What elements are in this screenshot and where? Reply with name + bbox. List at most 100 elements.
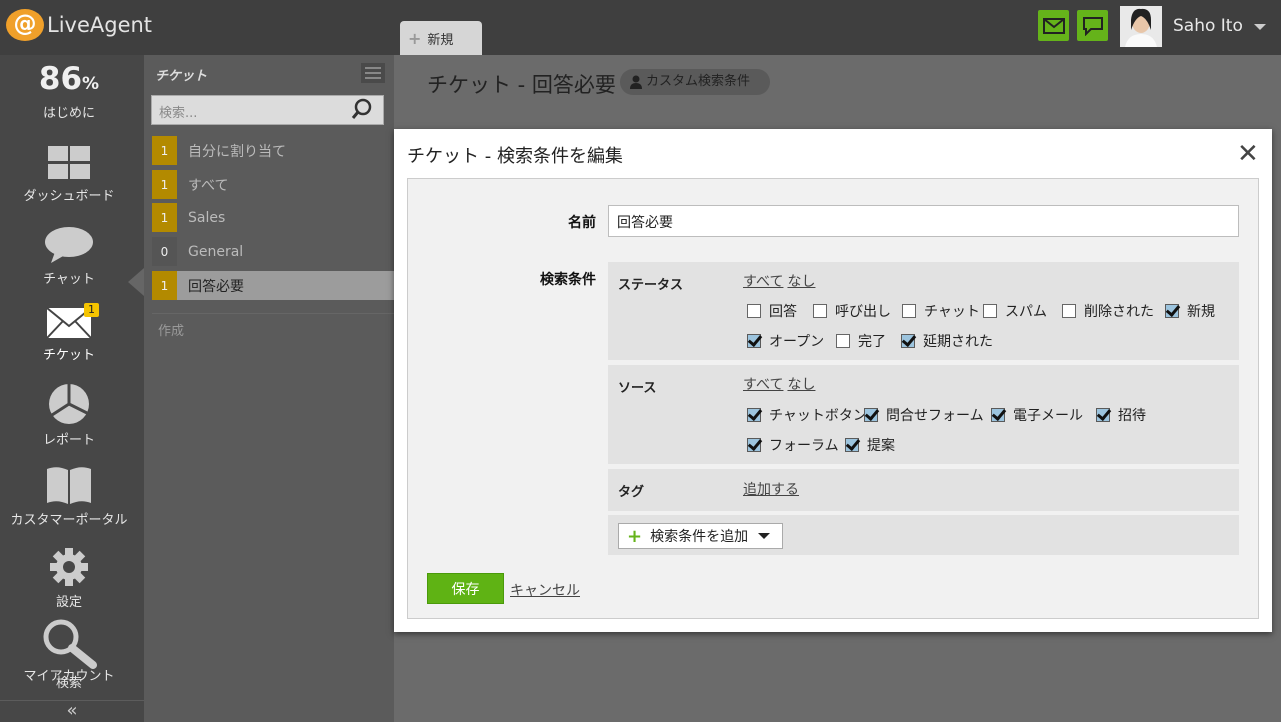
select-none-link[interactable]: なし	[787, 377, 815, 393]
status-checkbox[interactable]: オープン	[747, 331, 824, 351]
new-chat-button[interactable]	[1077, 10, 1108, 41]
edit-search-dialog: チケット - 検索条件を編集 ✕ 名前 回答必要 検索条件 ステータス すべてな…	[394, 129, 1272, 632]
source-checkbox[interactable]: チャットボタン	[747, 405, 867, 425]
source-checkbox[interactable]: 電子メール	[991, 405, 1083, 425]
status-checkbox[interactable]: チャット	[902, 301, 980, 321]
custom-search-badge[interactable]: カスタム検索条件	[620, 69, 771, 95]
nav-customer-portal[interactable]: カスタマーポータル	[0, 465, 138, 528]
filter-count: 1	[152, 136, 177, 165]
search-input[interactable]: 検索...	[151, 95, 384, 125]
plus-icon: +	[408, 28, 422, 48]
add-condition-button[interactable]: + 検索条件を追加	[618, 523, 784, 549]
close-icon[interactable]: ✕	[1237, 141, 1259, 167]
percent-sign: %	[82, 74, 100, 94]
nav-search[interactable]: マイアカウント 検索	[0, 619, 138, 691]
status-checkbox[interactable]: 延期された	[901, 331, 993, 351]
filter-label: すべて	[188, 177, 229, 194]
filter-label: Sales	[188, 209, 226, 226]
dialog-body: 名前 回答必要 検索条件 ステータス すべて なし 回答 呼び出し チャット スパ…	[407, 178, 1259, 619]
nav-reports-label: レポート	[42, 433, 95, 448]
status-checkbox[interactable]: 新規	[1165, 301, 1215, 321]
checkbox-label: オープン	[769, 334, 825, 350]
book-icon	[47, 467, 91, 504]
checkbox-box-checked	[845, 438, 859, 452]
gear-icon	[50, 548, 88, 586]
tickets-badge: 1	[84, 303, 99, 317]
status-criteria-row: ステータス すべて なし 回答 呼び出し チャット スパム 削除された 新規 オー…	[608, 262, 1239, 360]
select-all-link[interactable]: すべて	[743, 274, 783, 290]
checkbox-box	[836, 334, 850, 348]
source-checkbox[interactable]: 提案	[845, 435, 895, 455]
checkbox-label: フォーラム	[769, 438, 839, 454]
checkbox-box-checked	[1096, 408, 1110, 422]
checkbox-box	[747, 304, 761, 318]
checkbox-box-checked	[864, 408, 878, 422]
tags-criteria-row: タグ 追加する	[608, 469, 1239, 511]
pie-chart-icon	[49, 384, 89, 424]
filter-label: 自分に割り当て	[188, 143, 286, 160]
filter-item-selected[interactable]: 1 回答必要	[152, 271, 394, 300]
new-email-button[interactable]	[1038, 10, 1069, 41]
add-tag-link[interactable]: 追加する	[743, 482, 799, 498]
select-all-link[interactable]: すべて	[743, 377, 783, 393]
checkbox-box-checked	[901, 334, 915, 348]
nav-tickets-label: チケット	[42, 348, 95, 363]
checkbox-box-checked	[747, 334, 761, 348]
source-select-links: すべて なし	[743, 374, 819, 394]
status-checkbox[interactable]: スパム	[983, 301, 1047, 321]
checkbox-label: スパム	[1005, 304, 1047, 320]
status-checkbox[interactable]: 呼び出し	[813, 301, 891, 321]
source-checkbox[interactable]: 問合せフォーム	[864, 405, 984, 425]
nav-tickets[interactable]: 1 チケット	[0, 303, 138, 363]
source-checkbox[interactable]: フォーラム	[747, 435, 839, 455]
tab-new[interactable]: + 新規	[400, 21, 482, 55]
checkbox-label: 問合せフォーム	[886, 408, 984, 424]
checkbox-label: 削除された	[1084, 304, 1154, 320]
nav-reports[interactable]: レポート	[0, 383, 138, 448]
status-checkbox[interactable]: 回答	[747, 301, 797, 321]
filter-item[interactable]: 1 すべて	[152, 170, 394, 199]
user-name[interactable]: Saho Ito	[1173, 16, 1243, 36]
search-icon[interactable]	[351, 98, 373, 120]
status-checkbox[interactable]: 完了	[836, 331, 886, 351]
badge-label: カスタム検索条件	[646, 74, 751, 89]
envelope-icon	[1042, 17, 1065, 34]
cancel-link[interactable]: キャンセル	[510, 580, 580, 600]
create-filter-link[interactable]: 作成	[158, 320, 184, 339]
chevron-down-icon[interactable]	[1254, 24, 1266, 30]
liveagent-logo[interactable]: @ LiveAgent	[6, 9, 152, 41]
filter-count: 0	[152, 237, 177, 266]
tags-title: タグ	[618, 485, 645, 500]
tab-new-label: 新規	[427, 32, 454, 48]
name-field[interactable]: 回答必要	[608, 205, 1239, 237]
nav-chat-label: チャット	[43, 272, 95, 287]
status-checkbox[interactable]: 削除された	[1062, 301, 1154, 321]
add-condition-row: + 検索条件を追加	[608, 515, 1239, 555]
list-options-icon[interactable]	[361, 63, 385, 83]
filter-item[interactable]: 1 Sales	[152, 203, 394, 232]
status-title: ステータス	[618, 278, 684, 293]
search-icon	[43, 619, 97, 669]
logo-text: LiveAgent	[47, 13, 153, 37]
collapse-nav-button[interactable]: «	[0, 700, 144, 722]
avatar[interactable]	[1120, 6, 1162, 47]
checkbox-label: 回答	[769, 304, 797, 320]
nav-chat[interactable]: チャット	[0, 226, 138, 287]
chat-icon	[45, 227, 93, 263]
onboarding-progress: 86%	[0, 61, 138, 102]
add-condition-label: 検索条件を追加	[650, 529, 749, 545]
filter-item[interactable]: 1 自分に割り当て	[152, 136, 394, 165]
checkbox-label: 提案	[867, 438, 895, 454]
nav-onboarding[interactable]: 86% はじめに	[0, 61, 138, 121]
nav-customer-portal-label: カスタマーポータル	[10, 513, 128, 528]
nav-search-label: 検索	[55, 676, 82, 691]
select-none-link[interactable]: なし	[787, 274, 815, 290]
criteria-label: 検索条件	[540, 272, 596, 288]
nav-settings[interactable]: 設定	[0, 547, 138, 610]
save-button[interactable]: 保存	[427, 573, 504, 604]
nav-dashboard[interactable]: ダッシュボード	[0, 145, 138, 204]
filter-label: General	[188, 243, 244, 260]
checkbox-label: 電子メール	[1013, 408, 1083, 424]
source-checkbox[interactable]: 招待	[1096, 405, 1146, 425]
filter-item[interactable]: 0 General	[152, 237, 394, 266]
